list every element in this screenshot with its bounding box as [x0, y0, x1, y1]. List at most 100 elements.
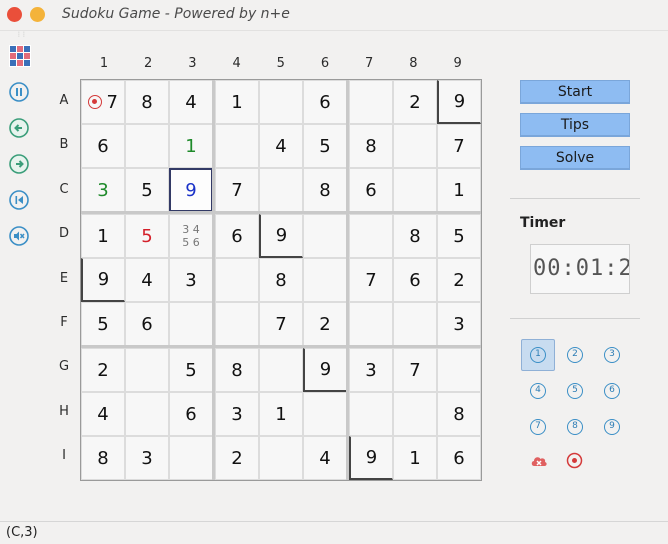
sudoku-cell-h8[interactable] [393, 392, 437, 436]
sudoku-cell-b4[interactable] [215, 124, 259, 168]
sudoku-cell-c5[interactable] [259, 168, 303, 212]
sudoku-cell-g7[interactable]: 3 [349, 348, 393, 392]
pause-icon[interactable] [9, 82, 29, 102]
number-button-4[interactable]: 4 [530, 383, 546, 399]
toolbar-grip[interactable]: ⋮⋮ [16, 31, 27, 38]
sudoku-cell-g9[interactable] [437, 348, 481, 392]
sudoku-cell-d3[interactable]: 3 45 6 [169, 214, 213, 258]
minimize-window-button[interactable] [30, 7, 45, 22]
forward-icon[interactable] [9, 154, 29, 174]
sudoku-cell-c2[interactable]: 5 [125, 168, 169, 212]
sudoku-cell-g4[interactable]: 8 [215, 348, 259, 392]
sudoku-cell-d9[interactable]: 5 [437, 214, 481, 258]
sudoku-cell-h6[interactable] [303, 392, 347, 436]
sudoku-cell-h1[interactable]: 4 [81, 392, 125, 436]
sudoku-cell-i2[interactable]: 3 [125, 436, 169, 480]
number-button-6[interactable]: 6 [604, 383, 620, 399]
sudoku-cell-h9[interactable]: 8 [437, 392, 481, 436]
sudoku-cell-b8[interactable] [393, 124, 437, 168]
sudoku-cell-d4[interactable]: 6 [215, 214, 259, 258]
solve-button[interactable]: Solve [520, 146, 630, 170]
sudoku-cell-h4[interactable]: 3 [215, 392, 259, 436]
sudoku-cell-i1[interactable]: 8 [81, 436, 125, 480]
sudoku-cell-b6[interactable]: 5 [303, 124, 347, 168]
sudoku-cell-f7[interactable] [349, 302, 393, 346]
sudoku-cell-i8[interactable]: 1 [393, 436, 437, 480]
sudoku-cell-i3[interactable] [169, 436, 213, 480]
sudoku-cell-i7[interactable]: 9 [349, 436, 393, 480]
number-button-9[interactable]: 9 [604, 419, 620, 435]
sudoku-cell-f8[interactable] [393, 302, 437, 346]
sudoku-cell-a9[interactable]: 9 [437, 80, 481, 124]
back-icon[interactable] [9, 118, 29, 138]
sudoku-cell-e5[interactable]: 8 [259, 258, 303, 302]
sudoku-cell-e2[interactable]: 4 [125, 258, 169, 302]
sudoku-cell-e6[interactable] [303, 258, 347, 302]
sudoku-cell-d1[interactable]: 1 [81, 214, 125, 258]
sudoku-cell-d6[interactable] [303, 214, 347, 258]
close-window-button[interactable] [7, 7, 22, 22]
sudoku-cell-b7[interactable]: 8 [349, 124, 393, 168]
tips-button[interactable]: Tips [520, 113, 630, 137]
sudoku-cell-a6[interactable]: 6 [303, 80, 347, 124]
sudoku-cell-g5[interactable] [259, 348, 303, 392]
sudoku-cell-d7[interactable] [349, 214, 393, 258]
sudoku-cell-a5[interactable] [259, 80, 303, 124]
sudoku-cell-b9[interactable]: 7 [437, 124, 481, 168]
sudoku-cell-g6[interactable]: 9 [303, 348, 347, 392]
sudoku-cell-e4[interactable] [215, 258, 259, 302]
start-button[interactable]: Start [520, 80, 630, 104]
sudoku-cell-a8[interactable]: 2 [393, 80, 437, 124]
sudoku-cell-i5[interactable] [259, 436, 303, 480]
sudoku-cell-e1[interactable]: 9 [81, 258, 125, 302]
sudoku-cell-f9[interactable]: 3 [437, 302, 481, 346]
sudoku-cell-h7[interactable] [349, 392, 393, 436]
sudoku-cell-h2[interactable] [125, 392, 169, 436]
sudoku-cell-f6[interactable]: 2 [303, 302, 347, 346]
sudoku-cell-g8[interactable]: 7 [393, 348, 437, 392]
sudoku-cell-a1[interactable]: 7 [81, 80, 125, 124]
sudoku-cell-i6[interactable]: 4 [303, 436, 347, 480]
sudoku-cell-i9[interactable]: 6 [437, 436, 481, 480]
grid-logo-icon[interactable] [9, 45, 31, 67]
sudoku-cell-c1[interactable]: 3 [81, 168, 125, 212]
number-button-2[interactable]: 2 [567, 347, 583, 363]
sudoku-cell-b3[interactable]: 1 [169, 124, 213, 168]
sudoku-cell-e8[interactable]: 6 [393, 258, 437, 302]
sudoku-cell-f4[interactable] [215, 302, 259, 346]
mute-icon[interactable] [9, 226, 29, 246]
sudoku-cell-d8[interactable]: 8 [393, 214, 437, 258]
sudoku-cell-c4[interactable]: 7 [215, 168, 259, 212]
number-button-3[interactable]: 3 [604, 347, 620, 363]
number-button-7[interactable]: 7 [530, 419, 546, 435]
sudoku-cell-c9[interactable]: 1 [437, 168, 481, 212]
sudoku-cell-b1[interactable]: 6 [81, 124, 125, 168]
sudoku-cell-c7[interactable]: 6 [349, 168, 393, 212]
number-button-5[interactable]: 5 [567, 383, 583, 399]
sudoku-cell-a4[interactable]: 1 [215, 80, 259, 124]
sudoku-cell-c8[interactable] [393, 168, 437, 212]
sudoku-cell-e7[interactable]: 7 [349, 258, 393, 302]
sudoku-cell-g1[interactable]: 2 [81, 348, 125, 392]
sudoku-cell-h3[interactable]: 6 [169, 392, 213, 436]
sudoku-cell-g3[interactable]: 5 [169, 348, 213, 392]
sudoku-cell-f3[interactable] [169, 302, 213, 346]
sudoku-cell-a7[interactable] [349, 80, 393, 124]
sudoku-cell-b5[interactable]: 4 [259, 124, 303, 168]
sudoku-cell-f5[interactable]: 7 [259, 302, 303, 346]
sudoku-cell-a2[interactable]: 8 [125, 80, 169, 124]
sudoku-cell-g2[interactable] [125, 348, 169, 392]
number-button-1[interactable]: 1 [530, 347, 546, 363]
sudoku-cell-i4[interactable]: 2 [215, 436, 259, 480]
sudoku-cell-h5[interactable]: 1 [259, 392, 303, 436]
sudoku-cell-c3[interactable]: 9 [169, 168, 213, 212]
sudoku-cell-c6[interactable]: 8 [303, 168, 347, 212]
sudoku-cell-b2[interactable] [125, 124, 169, 168]
sudoku-cell-f2[interactable]: 6 [125, 302, 169, 346]
sudoku-cell-f1[interactable]: 5 [81, 302, 125, 346]
mark-icon[interactable] [566, 452, 583, 469]
sudoku-cell-d5[interactable]: 9 [259, 214, 303, 258]
erase-icon[interactable] [530, 453, 548, 469]
skip-back-icon[interactable] [9, 190, 29, 210]
number-button-8[interactable]: 8 [567, 419, 583, 435]
